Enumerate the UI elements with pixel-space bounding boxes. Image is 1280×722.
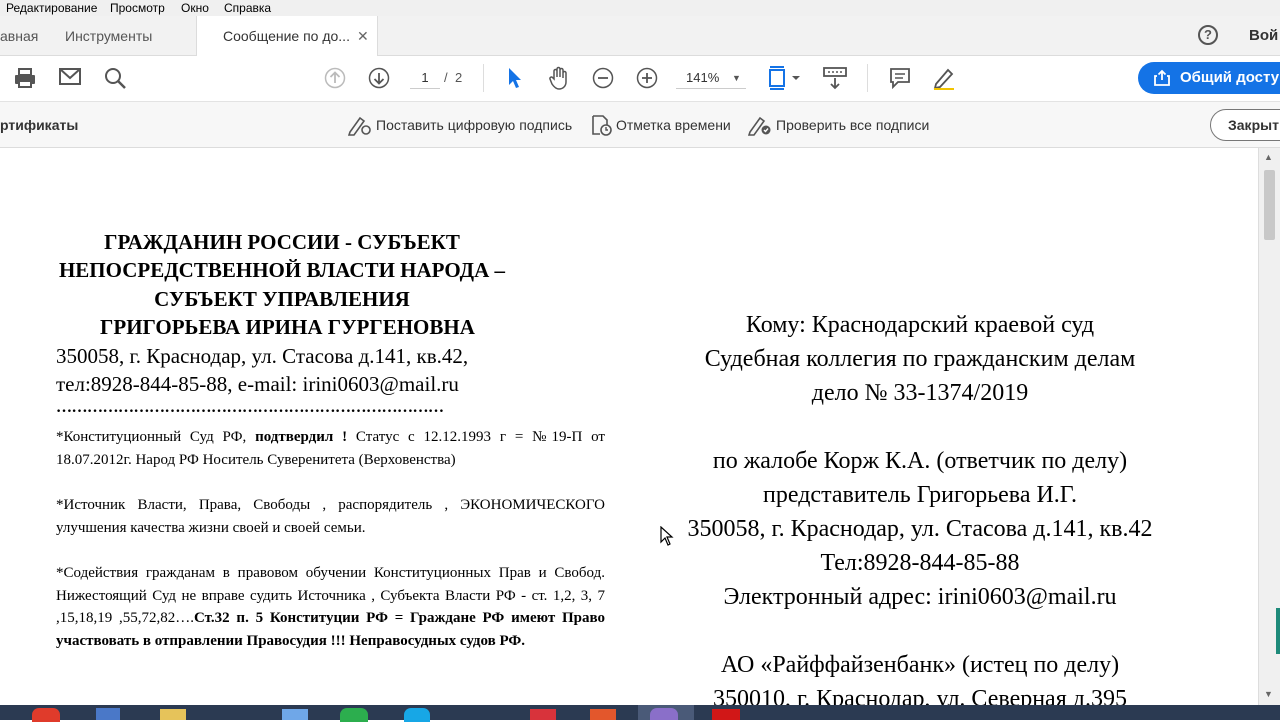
mouse-cursor-icon [660, 526, 674, 546]
taskbar [0, 705, 1280, 722]
tab-document[interactable]: Сообщение по до... ✕ [196, 16, 378, 56]
menu-view[interactable]: Просмотр [110, 0, 165, 16]
recipient-line: по жалобе Корж К.А. (ответчик по делу) [712, 448, 1128, 474]
hand-tool-icon[interactable] [548, 66, 570, 90]
select-cursor-icon[interactable] [507, 67, 523, 89]
tab-home-label: авная [0, 28, 39, 44]
timestamp-label: Отметка времени [616, 117, 731, 133]
close-sigbar-label: Закрыт [1228, 117, 1279, 133]
page-up-icon[interactable] [324, 67, 346, 89]
tab-tools[interactable]: Инструменты [65, 16, 152, 56]
note-text: *Конституционный Суд РФ, [56, 429, 256, 445]
menu-help[interactable]: Справка [224, 0, 271, 16]
zoom-select[interactable]: 141% ▼ [676, 68, 746, 89]
note-paragraph: *Источник Власти, Права, Свободы , распо… [56, 497, 605, 536]
sender-title-line: ГРАЖДАНИН РОССИИ - СУБЪЕКТ [104, 230, 460, 254]
verify-pen-icon [748, 116, 771, 136]
scroll-down-icon[interactable]: ▼ [1264, 689, 1273, 699]
menu-bar: Редактирование Просмотр Окно Справка [0, 0, 1280, 16]
recipient-line: АО «Райффайзенбанк» (истец по делу) [720, 652, 1120, 678]
scroll-up-icon[interactable]: ▲ [1264, 152, 1273, 162]
document-page: ГРАЖДАНИН РОССИИ - СУБЪЕКТ НЕПОСРЕДСТВЕН… [0, 148, 1258, 705]
note-paragraph: *Содействия гражданам в правовом обучени… [56, 562, 605, 652]
note-bold-text: подтвердил ! [255, 429, 348, 445]
digital-sign-label: Поставить цифровую подпись [376, 117, 573, 133]
page-separator: / [444, 70, 448, 85]
page-fit-icon[interactable] [768, 66, 800, 90]
page-down-icon[interactable] [368, 67, 390, 89]
page-number-input[interactable]: 1 [410, 68, 440, 89]
menu-edit[interactable]: Редактирование [6, 0, 97, 16]
close-tab-icon[interactable]: ✕ [357, 16, 369, 56]
close-sigbar-button[interactable]: Закрыт [1210, 109, 1280, 141]
recipient-line: Электронный адрес: irini0603@mail.ru [723, 584, 1117, 610]
zoom-out-icon[interactable] [592, 67, 614, 89]
share-button[interactable]: Общий досту [1138, 62, 1280, 94]
sender-title-line: СУБЪЕКТ УПРАВЛЕНИЯ [154, 287, 410, 311]
highlight-pen-icon[interactable] [932, 66, 956, 90]
clock-document-icon [592, 115, 612, 136]
sender-address: 350058, г. Краснодар, ул. Стасова д.141,… [56, 344, 469, 368]
email-icon[interactable] [59, 68, 81, 86]
recipient-line: дело № 33-1374/2019 [811, 380, 1029, 406]
recipient-line: Кому: Краснодарский краевой суд [745, 312, 1095, 338]
share-icon [1154, 69, 1170, 86]
certificates-title: ртификаты [0, 117, 79, 133]
menu-window[interactable]: Окно [181, 0, 209, 16]
sender-title-line: НЕПОСРЕДСТВЕННОЙ ВЛАСТИ НАРОДА – [58, 258, 506, 282]
recipient-line: 350058, г. Краснодар, ул. Стасова д.141,… [687, 516, 1153, 542]
sign-pen-icon [348, 116, 371, 136]
recipient-line: 350010, г. Краснодар, ул. Северная д.395 [713, 686, 1127, 705]
acrobat-icon[interactable] [712, 709, 740, 720]
zoom-value: 141% [686, 70, 720, 85]
comment-icon[interactable] [889, 67, 911, 89]
tab-document-label: Сообщение по до... [223, 28, 350, 44]
dotted-separator: ………………………………………………………………… [56, 399, 444, 416]
chevron-down-icon: ▼ [732, 73, 741, 83]
app-icon[interactable] [650, 708, 678, 720]
sender-contact: тел:8928-844-85-88, e-mail: irini0603@ma… [56, 372, 459, 396]
side-panel-tab[interactable] [1276, 608, 1280, 654]
tab-bar: авная Инструменты Сообщение по до... ✕ ?… [0, 16, 1280, 56]
scrollbar-thumb[interactable] [1264, 170, 1275, 240]
sender-name: ГРИГОРЬЕВА ИРИНА ГУРГЕНОВНА [100, 315, 475, 339]
note-paragraph: *Конституционный Суд РФ, подтвердил ! Ст… [56, 426, 605, 471]
page-total: 2 [455, 70, 463, 85]
zoom-in-icon[interactable] [636, 67, 658, 89]
certificates-toolbar: ртификаты Поставить цифровую подпись Отм… [0, 102, 1280, 148]
tab-tools-label: Инструменты [65, 28, 153, 44]
app-icon[interactable] [530, 709, 556, 720]
share-button-label: Общий досту [1180, 69, 1280, 86]
print-icon[interactable] [14, 67, 36, 89]
scroll-mode-icon[interactable] [823, 66, 847, 90]
help-question-icon[interactable]: ? [1198, 25, 1218, 45]
recipient-line: Тел:8928-844-85-88 [820, 550, 1020, 576]
app-icon[interactable] [282, 709, 308, 720]
folder-icon[interactable] [160, 709, 186, 720]
app-icon[interactable] [590, 709, 616, 720]
search-icon[interactable] [104, 67, 126, 89]
recipient-line: представитель Григорьева И.Г. [763, 482, 1077, 508]
toolbar-divider [483, 64, 484, 92]
app-icon[interactable] [96, 708, 120, 720]
signin-link[interactable]: Вой [1249, 16, 1278, 56]
verify-signatures-label: Проверить все подписи [776, 117, 930, 133]
toolbar-divider-2 [867, 64, 868, 92]
tab-home[interactable]: авная [0, 16, 46, 56]
recipient-line: Судебная коллегия по гражданским делам [704, 346, 1136, 372]
main-toolbar: 1 / 2 141% ▼ Общий досту [0, 56, 1280, 102]
